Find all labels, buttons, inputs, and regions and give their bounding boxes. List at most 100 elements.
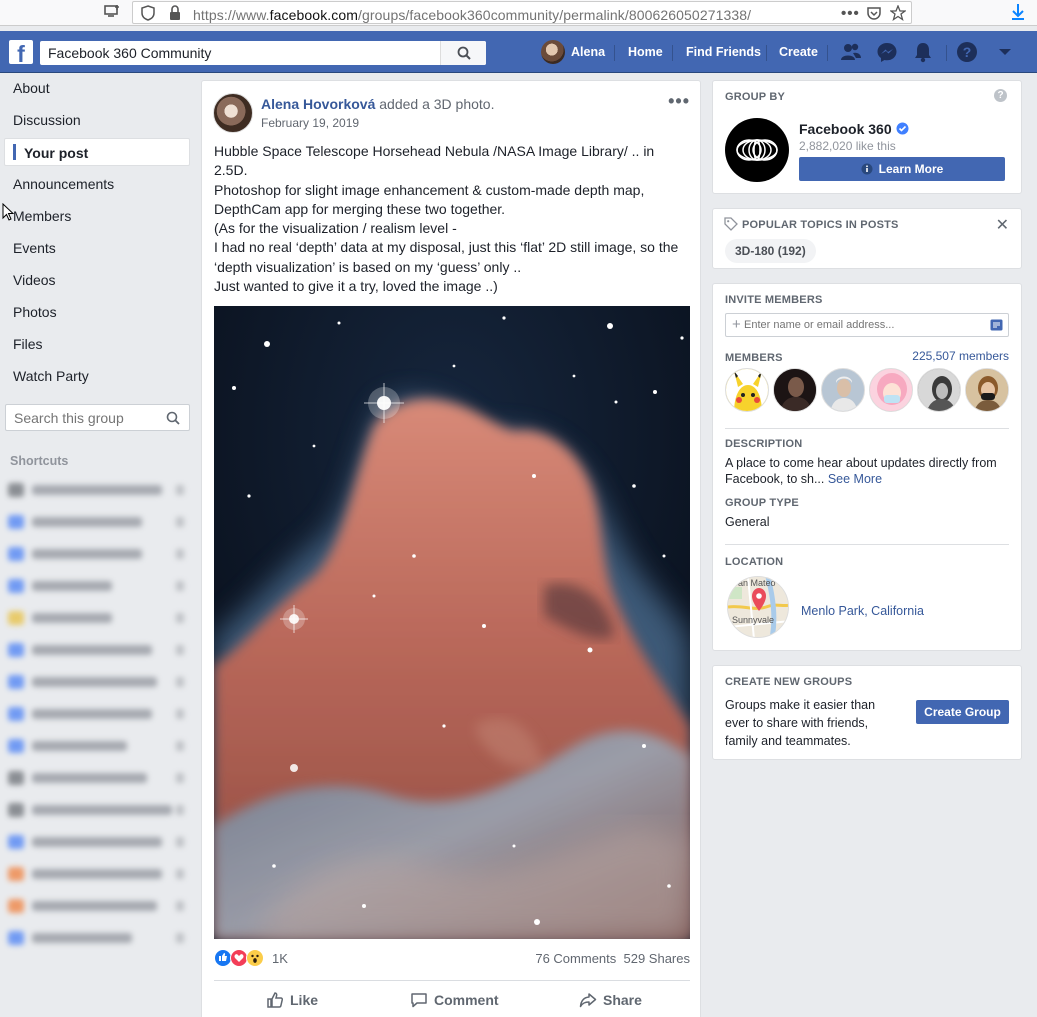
left-nav-announcements[interactable]: Announcements: [4, 170, 190, 198]
invite-members-input[interactable]: [744, 314, 984, 336]
group-by-card: GROUP BY ? Facebook 360 2,882,020 like t…: [712, 80, 1022, 194]
help-icon[interactable]: ?: [956, 41, 978, 63]
left-nav-your-post[interactable]: Your post: [4, 138, 190, 166]
screen-share-icon[interactable]: [104, 3, 122, 24]
address-bar[interactable]: https://www.facebook.com/groups/facebook…: [132, 1, 912, 24]
shortcut-item[interactable]: [8, 737, 190, 755]
learn-more-button[interactable]: Learn More: [799, 157, 1005, 181]
member-avatar[interactable]: [917, 368, 961, 412]
shortcut-count: [176, 741, 184, 751]
author-name-link[interactable]: Alena Hovorková: [261, 96, 375, 112]
popular-topics-heading: POPULAR TOPICS IN POSTS: [742, 219, 899, 231]
author-avatar[interactable]: [213, 93, 253, 133]
shortcut-item[interactable]: [8, 609, 190, 627]
shield-icon[interactable]: [141, 5, 155, 26]
messenger-icon[interactable]: [876, 41, 898, 63]
info-icon: [861, 163, 873, 175]
search-button[interactable]: [440, 41, 486, 65]
url-text[interactable]: https://www.facebook.com/groups/facebook…: [193, 7, 751, 23]
section-divider: [725, 544, 1009, 545]
nav-find-friends[interactable]: Find Friends: [686, 31, 761, 73]
left-nav-discussion[interactable]: Discussion: [4, 106, 190, 134]
shortcut-item[interactable]: [8, 641, 190, 659]
mouse-cursor-icon: [2, 203, 14, 221]
left-nav-photos[interactable]: Photos: [4, 298, 190, 326]
nav-home[interactable]: Home: [628, 31, 663, 73]
group-search-input[interactable]: [6, 405, 161, 430]
lock-icon[interactable]: [169, 5, 181, 26]
shortcut-item[interactable]: [8, 513, 190, 531]
shortcut-label: [32, 773, 147, 783]
notifications-bell-icon[interactable]: [912, 41, 934, 63]
shortcuts-heading: Shortcuts: [10, 454, 69, 468]
facebook-360-logo-icon[interactable]: [725, 118, 789, 182]
help-icon[interactable]: ?: [994, 89, 1007, 102]
location-link[interactable]: Menlo Park, California: [801, 604, 924, 618]
shortcut-item[interactable]: [8, 897, 190, 915]
shortcut-item[interactable]: [8, 705, 190, 723]
page-actions-icon[interactable]: •••: [841, 5, 860, 23]
post-date[interactable]: February 19, 2019: [261, 116, 359, 130]
left-nav-watch-party[interactable]: Watch Party: [4, 362, 190, 390]
group-page-name[interactable]: Facebook 360: [799, 121, 909, 137]
create-group-button[interactable]: Create Group: [916, 700, 1009, 724]
left-nav-about[interactable]: About: [4, 74, 190, 102]
download-icon[interactable]: [1010, 3, 1026, 26]
member-avatar[interactable]: [821, 368, 865, 412]
share-button[interactable]: Share: [579, 989, 642, 1011]
search-icon[interactable]: [166, 411, 180, 425]
pocket-icon[interactable]: [866, 5, 882, 26]
shortcut-item[interactable]: [8, 673, 190, 691]
shortcut-count: [176, 837, 184, 847]
like-label: Like: [290, 992, 319, 1008]
friend-requests-icon[interactable]: [840, 41, 862, 63]
close-icon[interactable]: ✕: [996, 215, 1009, 235]
post-text-line: I had no real ‘depth’ data at my disposa…: [214, 239, 679, 275]
shortcut-item[interactable]: [8, 833, 190, 851]
like-button[interactable]: Like: [266, 989, 318, 1011]
nav-create[interactable]: Create: [779, 31, 818, 73]
engagement-counts: 76 Comments 529 Shares: [535, 951, 690, 966]
left-nav-files[interactable]: Files: [4, 330, 190, 358]
member-avatar[interactable]: [869, 368, 913, 412]
shortcut-count: [176, 645, 184, 655]
members-count-link[interactable]: 225,507 members: [912, 349, 1009, 363]
shortcut-item[interactable]: [8, 481, 190, 499]
shortcut-icon: [8, 515, 24, 529]
nebula-3d-photo[interactable]: [214, 306, 690, 939]
bookmark-star-icon[interactable]: [889, 4, 907, 26]
post-options-icon[interactable]: •••: [668, 91, 690, 112]
shortcut-count: [176, 933, 184, 943]
shortcut-item[interactable]: [8, 929, 190, 947]
member-avatar[interactable]: [965, 368, 1009, 412]
left-nav-members[interactable]: Members: [4, 202, 190, 230]
shortcut-item[interactable]: [8, 577, 190, 595]
user-avatar[interactable]: [541, 40, 565, 64]
address-book-icon[interactable]: [990, 319, 1003, 331]
see-more-link[interactable]: See More: [828, 472, 882, 486]
shortcut-label: [32, 709, 152, 719]
global-search-input[interactable]: [40, 41, 440, 65]
location-map[interactable]: San Mateo Sunnyvale: [727, 576, 789, 638]
reaction-count[interactable]: 1K: [272, 951, 288, 966]
account-menu-chevron-icon[interactable]: [994, 41, 1016, 63]
shortcut-count: [176, 613, 184, 623]
nav-profile[interactable]: Alena: [571, 31, 605, 73]
comments-count-link[interactable]: 76 Comments: [535, 951, 616, 966]
member-avatar[interactable]: [725, 368, 769, 412]
facebook-logo-icon[interactable]: f: [9, 40, 33, 64]
shares-count-link[interactable]: 529 Shares: [624, 951, 691, 966]
post-header: Alena Hovorková added a 3D photo.: [261, 96, 494, 112]
shortcut-item[interactable]: [8, 545, 190, 563]
nav-divider: [946, 45, 947, 61]
shortcut-item[interactable]: [8, 769, 190, 787]
left-nav-events[interactable]: Events: [4, 234, 190, 262]
shortcut-item[interactable]: [8, 865, 190, 883]
topic-chip[interactable]: 3D-180 (192): [725, 239, 816, 263]
left-nav-videos[interactable]: Videos: [4, 266, 190, 294]
facebook-header: f Alena Home Find Friends Create ?: [0, 31, 1037, 73]
comment-button[interactable]: Comment: [410, 989, 499, 1011]
wow-reaction-icon[interactable]: [246, 949, 264, 967]
shortcut-item[interactable]: [8, 801, 190, 819]
member-avatar[interactable]: [773, 368, 817, 412]
